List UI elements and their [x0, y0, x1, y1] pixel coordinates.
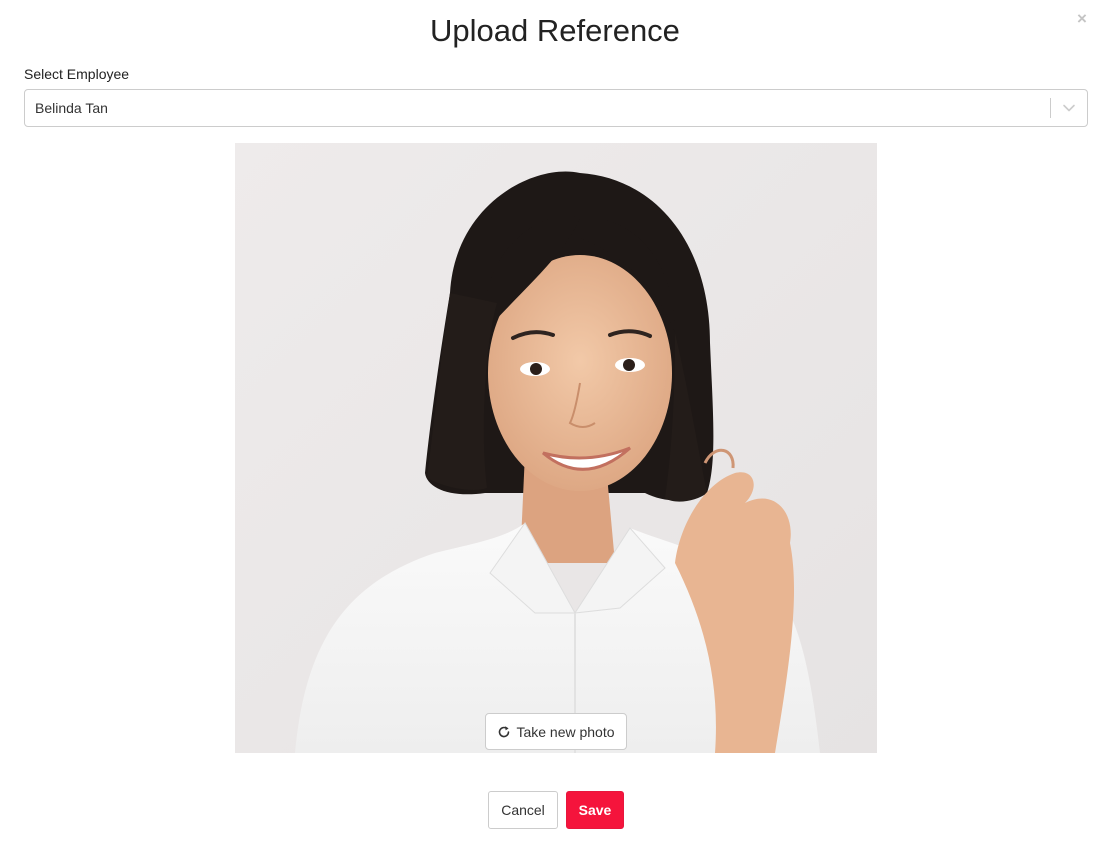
- close-icon: ×: [1077, 9, 1087, 28]
- employee-select[interactable]: Belinda Tan: [24, 89, 1088, 127]
- refresh-icon: [499, 725, 510, 737]
- reference-photo: [235, 143, 877, 753]
- save-button[interactable]: Save: [566, 791, 624, 829]
- close-button[interactable]: ×: [1074, 9, 1090, 28]
- cancel-button[interactable]: Cancel: [488, 791, 558, 829]
- select-employee-label: Select Employee: [24, 66, 130, 82]
- upload-reference-modal: Upload Reference × Select Employee Belin…: [0, 0, 1110, 841]
- employee-select-value: Belinda Tan: [35, 100, 108, 116]
- select-separator: [1050, 98, 1051, 118]
- portrait-image: [235, 143, 877, 753]
- chevron-down-icon[interactable]: [1061, 101, 1077, 115]
- take-new-photo-button[interactable]: Take new photo: [485, 713, 627, 750]
- take-new-photo-label: Take new photo: [516, 723, 615, 740]
- modal-title: Upload Reference: [430, 13, 680, 48]
